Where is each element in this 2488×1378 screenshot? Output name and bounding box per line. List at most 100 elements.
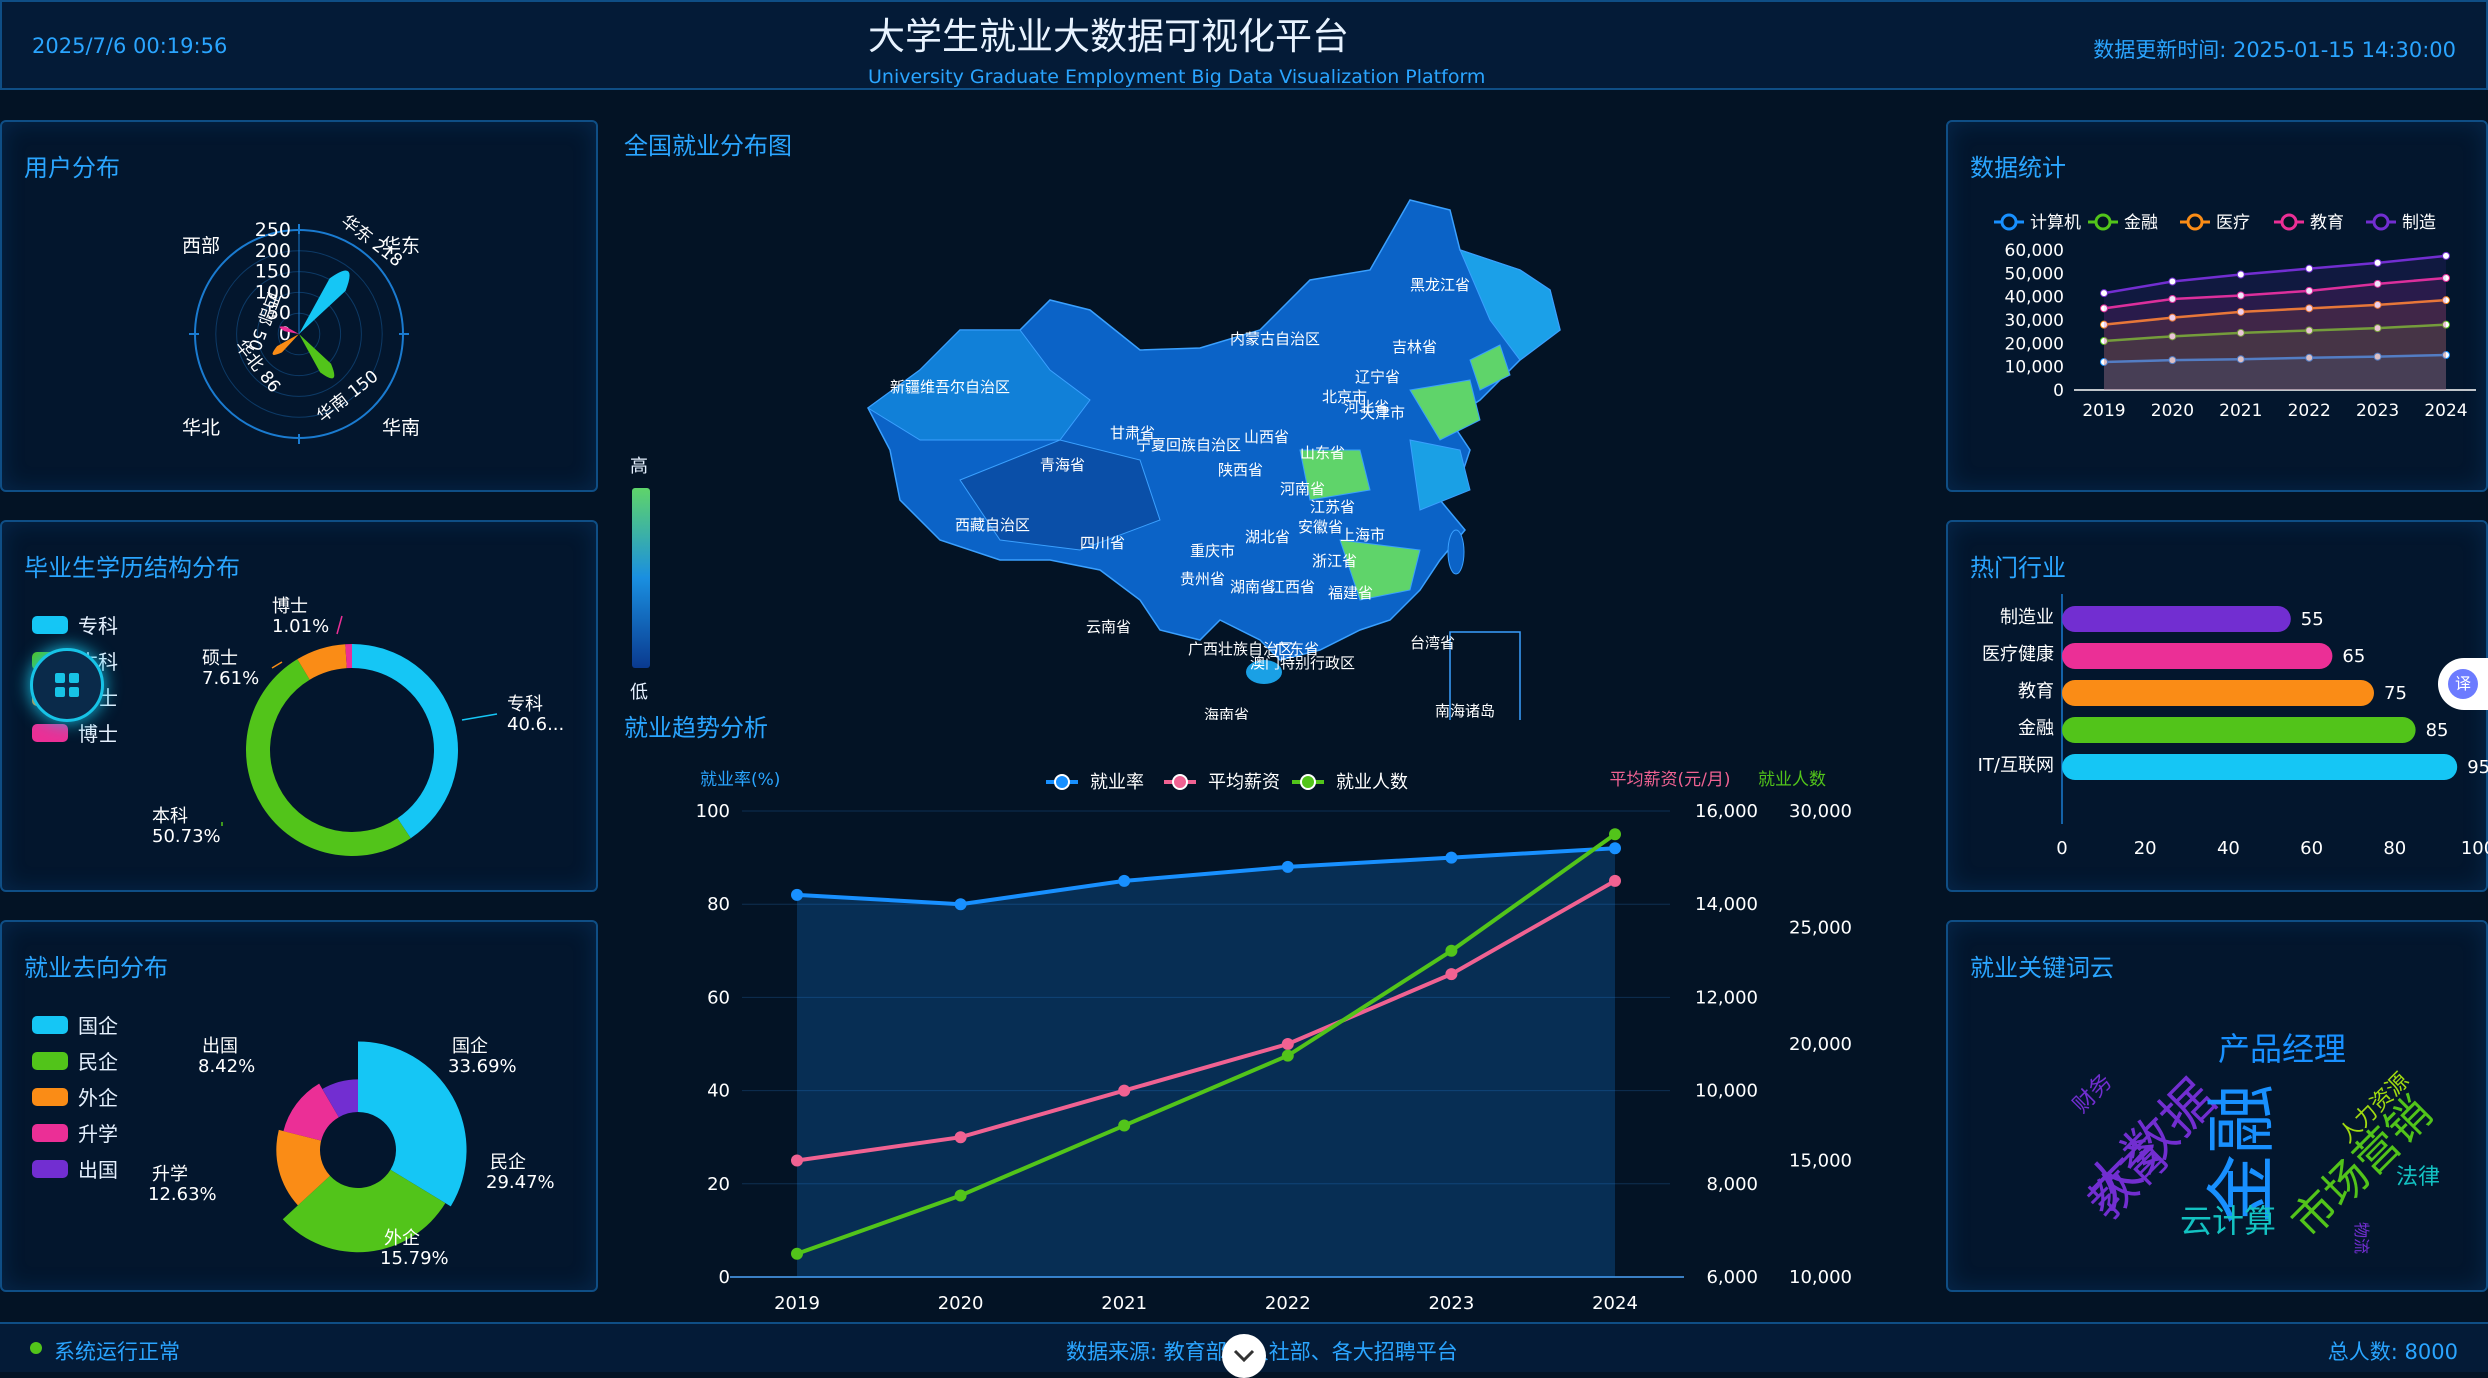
- chevron-down-icon: [1233, 1349, 1255, 1363]
- trend-legend-label: 平均薪资: [1208, 772, 1280, 793]
- destination-label-name: 出国: [202, 1036, 238, 1057]
- province-label: 山西省: [1244, 428, 1289, 446]
- education-label-name: 硕士: [202, 648, 238, 669]
- panel-map: 全国就业分布图 高 低 新疆维吾尔自治区 内蒙古自治区 黑龙江省 吉林省 辽宁省 北京市河…: [620, 120, 1940, 720]
- province-label: 宁夏回族自治区: [1136, 436, 1241, 454]
- education-label-pct: 40.6...: [507, 714, 564, 735]
- industry-x-tick: 100: [2461, 838, 2488, 859]
- stats-legend-label: 医疗: [2216, 213, 2250, 233]
- trend-mid-tick: 6,000: [1706, 1267, 1758, 1288]
- trend-mid-tick: 16,000: [1695, 801, 1758, 822]
- province-label: 湖南省: [1230, 578, 1275, 596]
- panel-destination: 就业去向分布 国企 民企 外企 升学 出国 国企 33.69% 民企 29.47% 外企 15.7…: [0, 920, 598, 1292]
- industry-x-tick: 80: [2383, 838, 2406, 859]
- education-slice-专科: [352, 644, 458, 839]
- trend-point-就业人数: [1118, 1119, 1131, 1132]
- keyword-cloud: 大数据金融产品经理市场营销教育 云计算财务 人力资源法律物流: [2069, 1030, 2443, 1254]
- axis-label-left: 就业率(%): [700, 770, 780, 790]
- trend-point-就业率: [1118, 874, 1131, 887]
- education-label-pct: 1.01%: [272, 616, 329, 637]
- trend-mid-tick: 8,000: [1706, 1174, 1758, 1195]
- stats-point-制造: [2305, 264, 2314, 273]
- industry-x-tick: 0: [2056, 838, 2067, 859]
- stats-x-tick: 2024: [2424, 401, 2467, 421]
- stats-point-制造: [2236, 270, 2245, 279]
- stats-y-tick: 40,000: [2005, 288, 2064, 308]
- education-label-name: 专科: [507, 694, 543, 715]
- stats-x-tick: 2023: [2356, 401, 2399, 421]
- province-label: 重庆市: [1190, 542, 1235, 560]
- province-label: 福建省: [1328, 584, 1373, 602]
- province-label: 澳门特别行政区: [1250, 654, 1355, 672]
- trend-point-平均薪资: [1609, 874, 1621, 887]
- header-bar: 2025/7/6 00:19:56 大学生就业大数据可视化平台 Universi…: [0, 0, 2488, 90]
- province-label: 江西省: [1270, 578, 1315, 596]
- province-label: 湖北省: [1245, 528, 1290, 546]
- keyword-产品经理: 产品经理: [2218, 1030, 2346, 1068]
- trend-point-就业人数: [1445, 944, 1458, 957]
- trend-left-tick: 100: [696, 801, 730, 822]
- trend-right-tick: 30,000: [1789, 801, 1852, 822]
- total-count: 总人数: 8000: [2327, 1340, 2458, 1364]
- keyword-法律: 法律: [2396, 1165, 2440, 1190]
- trend-point-平均薪资: [791, 1154, 803, 1167]
- page-title: 大学生就业大数据可视化平台: [868, 15, 1349, 58]
- education-label-line: [271, 661, 283, 669]
- polar-tick-label: 250: [255, 219, 291, 241]
- polar-tick-label: 200: [255, 240, 291, 262]
- stats-legend-dot: [2280, 213, 2298, 231]
- province-label: 四川省: [1080, 534, 1125, 552]
- stats-legend-dot: [2372, 213, 2390, 231]
- trend-area-fill: [797, 848, 1615, 1277]
- trend-point-就业人数: [1609, 828, 1621, 841]
- education-slice-本科: [246, 659, 411, 856]
- trend-legend-dot: [1054, 774, 1070, 790]
- industry-x-tick: 40: [2217, 838, 2240, 859]
- industry-category-label: IT/互联网: [1978, 755, 2054, 776]
- stats-y-tick: 0: [2053, 381, 2064, 401]
- stats-legend-dot: [2094, 213, 2112, 231]
- stats-x-tick: 2020: [2151, 401, 2194, 421]
- province-label: 贵州省: [1180, 570, 1225, 588]
- stats-x-tick: 2021: [2219, 401, 2262, 421]
- trend-right-tick: 20,000: [1789, 1034, 1852, 1055]
- province-label: 黑龙江省: [1410, 276, 1470, 294]
- status-dot-icon: [30, 1342, 42, 1354]
- user-polar-chart: 250200150100500华东 218华南 150华北 86西部 50西部华…: [182, 211, 420, 444]
- trend-right-tick: 10,000: [1789, 1267, 1852, 1288]
- industry-value-label: 55: [2301, 609, 2324, 630]
- industry-value-label: 75: [2384, 683, 2407, 704]
- province-label: 云南省: [1086, 618, 1131, 636]
- floating-menu-button[interactable]: [30, 648, 104, 722]
- destination-label-name: 外企: [384, 1228, 420, 1249]
- scroll-down-button[interactable]: [1222, 1334, 1266, 1378]
- province-label: 吉林省: [1392, 338, 1437, 356]
- trend-x-tick: 2021: [1101, 1293, 1147, 1310]
- education-label-pct: 50.73%: [152, 826, 221, 847]
- stats-point-制造: [2442, 251, 2450, 260]
- trend-point-就业人数: [791, 1247, 803, 1260]
- stats-point-制造: [2373, 258, 2382, 267]
- industry-bar-医疗健康: [2062, 643, 2333, 669]
- province-label: 山东省: [1300, 444, 1345, 462]
- trend-mid-tick: 12,000: [1695, 987, 1758, 1008]
- trend-right-tick: 25,000: [1789, 918, 1852, 939]
- province-label: 台湾省: [1410, 634, 1455, 652]
- stats-legend-label: 教育: [2310, 213, 2344, 233]
- industry-x-tick: 60: [2300, 838, 2323, 859]
- china-map[interactable]: 新疆维吾尔自治区内蒙古自治区黑龙江省吉林省辽宁省北京市河北省天津市甘肃省宁夏回族…: [620, 120, 1940, 720]
- trend-legend-label: 就业人数: [1336, 772, 1408, 793]
- trend-point-就业率: [954, 898, 967, 911]
- industry-category-label: 医疗健康: [1982, 644, 2054, 665]
- trend-x-tick: 2020: [938, 1293, 984, 1310]
- stats-y-tick: 50,000: [2005, 264, 2064, 284]
- trend-mid-tick: 14,000: [1695, 894, 1758, 915]
- province-label: 天津市: [1360, 404, 1405, 422]
- trend-point-平均薪资: [954, 1131, 967, 1144]
- polar-tick-label: 150: [255, 261, 291, 283]
- stats-legend-dot: [2000, 213, 2018, 231]
- polar-corner-label: 华东: [382, 235, 420, 257]
- stats-point-制造: [2168, 277, 2177, 286]
- province-label: 西藏自治区: [955, 516, 1030, 534]
- side-assistant-button[interactable]: 译: [2438, 658, 2488, 710]
